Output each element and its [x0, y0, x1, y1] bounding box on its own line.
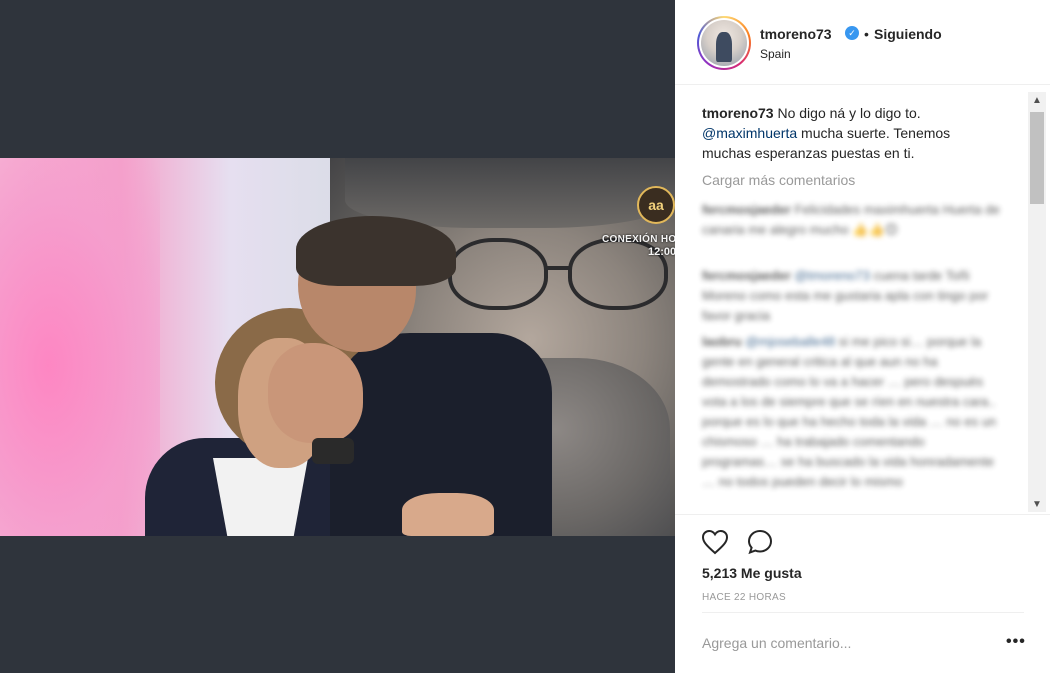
avatar[interactable] [697, 16, 751, 70]
comment-item: fercmosjaeder Felicidades maximhuerta Hu… [702, 200, 1002, 240]
comment-item: laobru @mjoseballe48 si me pico si… porq… [702, 332, 1002, 492]
like-button[interactable] [700, 527, 730, 557]
video-woman-shirt [213, 458, 308, 536]
channel-logo: aa [637, 186, 675, 224]
video-hand [268, 343, 363, 443]
video-glasses-left [448, 238, 548, 310]
following-button[interactable]: Siguiendo [874, 26, 942, 42]
caption-mention[interactable]: @maximhuerta [702, 125, 797, 141]
caption-username[interactable]: tmoreno73 [702, 105, 774, 121]
comment-mention[interactable]: @mjoseballe48 [745, 334, 835, 349]
add-comment-row: ••• [702, 612, 1026, 673]
channel-logo-time: 12:00 [648, 246, 675, 258]
avatar-image [701, 20, 747, 66]
comment-username[interactable]: fercmosjaeder [702, 202, 791, 217]
channel-logo-text: CONEXIÓN HO [602, 234, 675, 245]
comment-item: fercmosjaeder @tmoreno73 cuena tarde Toñ… [702, 266, 1002, 326]
comment-username[interactable]: laobru [702, 334, 742, 349]
comment-mention[interactable]: @tmoreno73 [795, 268, 870, 283]
comments-scrollbar[interactable]: ▲ ▼ [1028, 92, 1046, 512]
load-more-comments-button[interactable]: Cargar más comentarios [702, 172, 855, 188]
heart-icon [701, 529, 729, 555]
likes-count[interactable]: 5,213 Me gusta [702, 565, 802, 581]
more-options-button[interactable]: ••• [1006, 633, 1026, 651]
comment-text: si me pico si… porque la gente en genera… [702, 334, 997, 489]
comment-icon [747, 529, 773, 555]
comments-list[interactable]: tmoreno73 No digo ná y lo digo to. @maxi… [675, 86, 1050, 514]
video-hand-lower [402, 493, 494, 536]
caption-text: No digo ná y lo digo to. [777, 105, 921, 121]
post-header: tmoreno73 ✓ • Siguiendo Spain [675, 0, 1050, 85]
follow-separator: • [864, 26, 869, 42]
video-watch [312, 438, 354, 464]
username-link[interactable]: tmoreno73 [760, 26, 832, 42]
video-glasses-bridge [546, 266, 570, 270]
post-actions: 5,213 Me gusta HACE 22 HORAS ••• [675, 514, 1050, 673]
post-timestamp: HACE 22 HORAS [702, 592, 786, 603]
scrollbar-thumb[interactable] [1030, 112, 1044, 204]
post-side-panel: tmoreno73 ✓ • Siguiendo Spain tmoreno73 … [675, 0, 1050, 673]
verified-badge-icon: ✓ [845, 26, 859, 40]
comment-username[interactable]: fercmosjaeder [702, 268, 791, 283]
video-pink-light [0, 158, 160, 536]
video-man-hair [296, 216, 456, 286]
video-player[interactable]: aa CONEXIÓN HO 12:00 [0, 158, 675, 536]
add-comment-input[interactable] [702, 635, 982, 651]
scroll-up-arrow-icon[interactable]: ▲ [1028, 92, 1046, 108]
post-caption: tmoreno73 No digo ná y lo digo to. @maxi… [702, 103, 992, 163]
location-link[interactable]: Spain [760, 47, 791, 61]
comment-button[interactable] [745, 527, 775, 557]
media-pane: aa CONEXIÓN HO 12:00 [0, 0, 675, 673]
scroll-down-arrow-icon[interactable]: ▼ [1028, 496, 1046, 512]
